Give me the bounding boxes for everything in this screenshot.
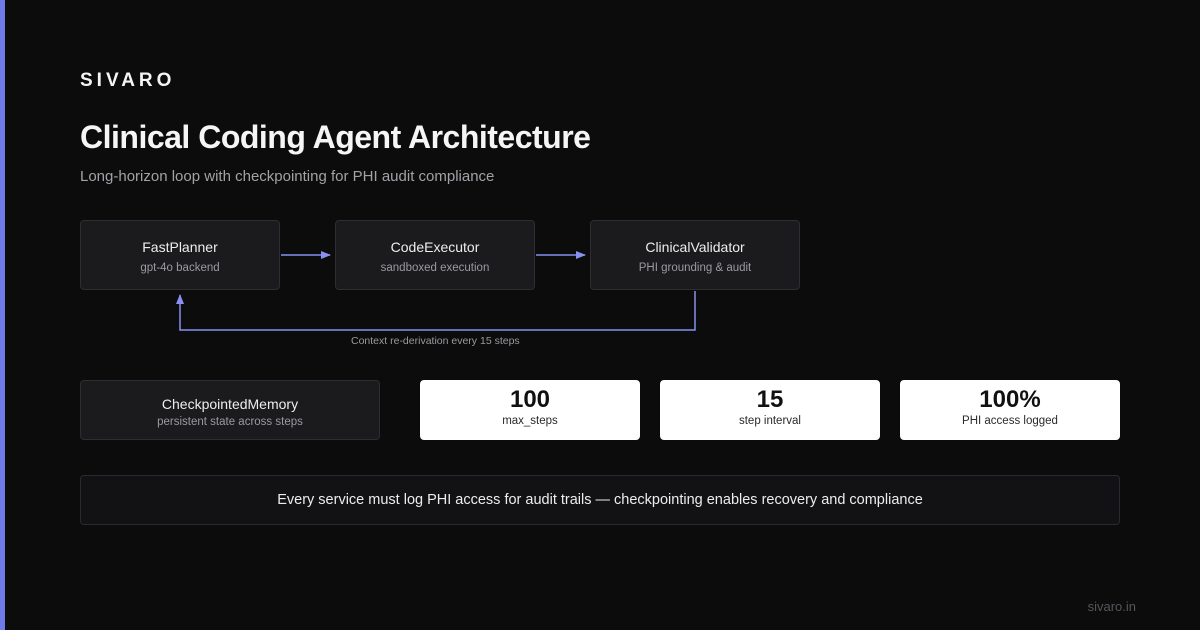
diagram-connectors [176, 251, 696, 331]
stat-card-phi-logged: 100% PHI access logged [900, 380, 1120, 440]
node-checkpointedmemory: CheckpointedMemory persistent state acro… [80, 380, 380, 440]
stat-card-max-steps: 100 max_steps [420, 380, 640, 440]
node-title: FastPlanner [142, 239, 218, 255]
stat-card-step-interval: 15 step interval [660, 380, 880, 440]
node-codeexecutor: CodeExecutor sandboxed execution [335, 220, 535, 290]
node-fastplanner: FastPlanner gpt-4o backend [80, 220, 280, 290]
page-subtitle: Long-horizon loop with checkpointing for… [80, 168, 495, 185]
stat-value: 100% [979, 386, 1041, 413]
node-subtitle: sandboxed execution [380, 262, 490, 274]
loop-label: Context re-derivation every 15 steps [351, 335, 520, 347]
node-clinicalvalidator: ClinicalValidator PHI grounding & audit [590, 220, 800, 290]
node-subtitle: gpt-4o backend [140, 262, 220, 274]
footer-url: sivaro.in [1087, 599, 1136, 614]
stat-value: 100 [509, 386, 551, 413]
node-title: ClinicalValidator [645, 239, 745, 255]
node-title: CheckpointedMemory [161, 396, 299, 412]
page-title: Clinical Coding Agent Architecture [80, 119, 591, 155]
stat-label: step interval [738, 415, 801, 427]
stat-value: 15 [756, 386, 784, 413]
node-title: CodeExecutor [390, 239, 480, 255]
stat-label: max_steps [502, 415, 558, 427]
accent-bar [0, 0, 5, 630]
stat-label: PHI access logged [962, 415, 1058, 427]
node-subtitle: persistent state across steps [157, 416, 303, 428]
compliance-note: Every service must log PHI access for au… [80, 475, 1120, 525]
brand-logo: SIVARO [80, 70, 176, 91]
loop-arrow-validator-to-planner [176, 291, 696, 331]
node-subtitle: PHI grounding & audit [638, 262, 752, 274]
